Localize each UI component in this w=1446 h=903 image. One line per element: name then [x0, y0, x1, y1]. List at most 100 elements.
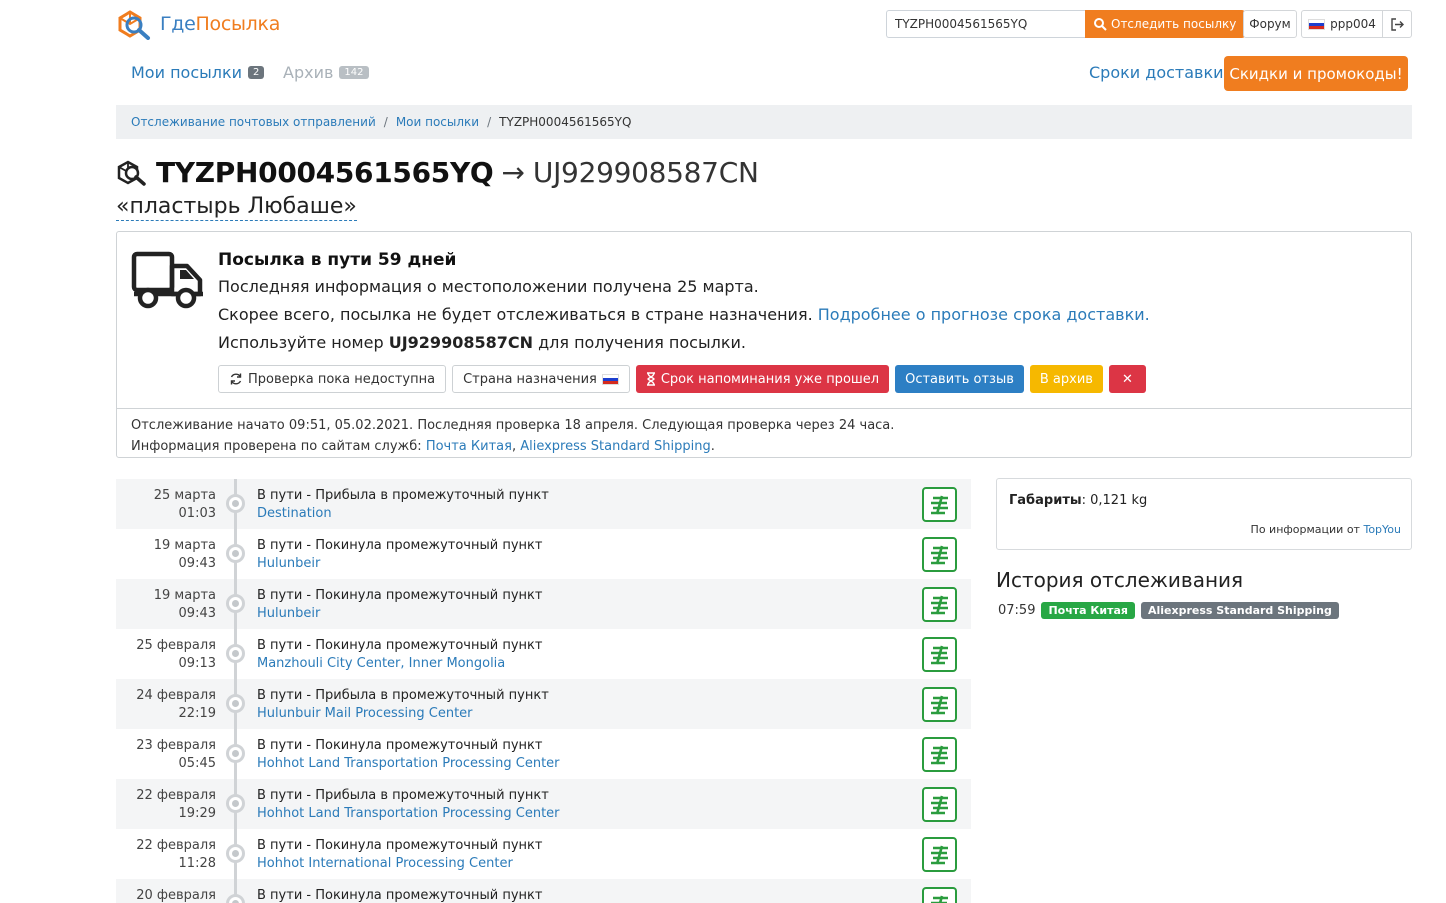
timeline-day: 24 февраля: [136, 688, 216, 703]
history-tag-aliexpress: Aliexpress Standard Shipping: [1140, 602, 1339, 619]
timeline-dot-icon: [226, 694, 245, 713]
timeline-dot-icon: [226, 894, 245, 903]
destination-country-button[interactable]: Страна назначения: [452, 365, 630, 393]
timeline-place[interactable]: Hohhot International Processing Center: [257, 855, 542, 873]
timeline-date: 20 февраля: [136, 887, 216, 903]
tracking-timeline: 25 марта 01:03 В пути - Прибыла в промеж…: [116, 479, 971, 903]
china-post-icon[interactable]: [922, 487, 957, 522]
timeline-day: 22 февраля: [136, 788, 216, 803]
timeline-dot-icon: [226, 794, 245, 813]
timeline-row: 25 марта 01:03 В пути - Прибыла в промеж…: [116, 479, 971, 529]
timeline-status: В пути - Покинула промежуточный пункт: [257, 888, 543, 903]
service-link-aliexpress[interactable]: Aliexpress Standard Shipping: [520, 439, 711, 454]
timeline-place[interactable]: Manzhouli City Center, Inner Mongolia: [257, 655, 542, 673]
dimensions-panel: Габариты: 0,121 kg По информации от TopY…: [996, 478, 1412, 550]
timeline-row: 25 февраля 09:13 В пути - Покинула проме…: [116, 629, 971, 679]
timeline-place[interactable]: Hulunbeir: [257, 605, 542, 623]
status-forecast: Скорее всего, посылка не будет отслежива…: [218, 305, 1150, 324]
site-logo[interactable]: ГдеПосылка: [116, 8, 280, 40]
history-tag-china-post: Почта Китая: [1041, 602, 1135, 619]
title-arrow: →: [501, 156, 525, 189]
user-menu-button[interactable]: ppp004: [1301, 10, 1383, 38]
timeline-place[interactable]: Destination: [257, 505, 549, 523]
timeline-event: В пути - Покинула промежуточный пункт Ho…: [257, 737, 560, 773]
parcel-name[interactable]: «пластырь Любаше»: [116, 194, 357, 221]
timeline-place[interactable]: Hohhot Land Transportation Processing Ce…: [257, 805, 560, 823]
reminder-button[interactable]: Срок напоминания уже прошел: [635, 365, 890, 393]
china-post-icon[interactable]: [922, 537, 957, 572]
china-post-icon[interactable]: [922, 637, 957, 672]
timeline-time: 11:28: [178, 856, 216, 871]
timeline-row: 22 февраля 19:29 В пути - Прибыла в пром…: [116, 779, 971, 829]
nav-delivery-times[interactable]: Сроки доставки: [1089, 63, 1224, 82]
timeline-row: 22 февраля 11:28 В пути - Покинула проме…: [116, 829, 971, 879]
timeline-status: В пути - Прибыла в промежуточный пункт: [257, 488, 549, 503]
alternate-tracking-number: UJ929908587CN: [532, 156, 759, 189]
timeline-time: 09:43: [178, 606, 216, 621]
service-link-china-post[interactable]: Почта Китая: [426, 439, 512, 454]
timeline-row: 20 февраля В пути - Покинула промежуточн…: [116, 879, 971, 903]
timeline-time: 09:13: [178, 656, 216, 671]
timeline-day: 25 марта: [153, 488, 216, 503]
forum-button[interactable]: Форум: [1243, 10, 1297, 38]
timeline-row: 19 марта 09:43 В пути - Покинула промежу…: [116, 579, 971, 629]
page-title: TYZPH0004561565YQ → UJ929908587CN: [116, 156, 759, 189]
china-post-icon[interactable]: [922, 887, 957, 903]
logo-text: ГдеПосылка: [160, 13, 281, 35]
china-post-icon[interactable]: [922, 737, 957, 772]
truck-icon: [131, 251, 203, 309]
timeline-dot-icon: [226, 644, 245, 663]
timeline-event: В пути - Покинула промежуточный пункт Ho…: [257, 837, 542, 873]
timeline-status: В пути - Покинула промежуточный пункт: [257, 838, 543, 853]
promo-button[interactable]: Скидки и промокоды!: [1224, 56, 1408, 91]
track-icon: [1094, 18, 1107, 31]
timeline-date: 24 февраля 22:19: [136, 687, 216, 723]
refresh-icon: [230, 373, 242, 385]
breadcrumb: Отслеживание почтовых отправлений / Мои …: [116, 105, 1412, 139]
timeline-date: 23 февраля 05:45: [136, 737, 216, 773]
nav-archive[interactable]: Архив 142: [283, 63, 369, 82]
timeline-day: 19 марта: [153, 538, 216, 553]
history-entry: 07:59 Почта Китая Aliexpress Standard Sh…: [998, 602, 1339, 619]
logout-icon: [1391, 17, 1404, 31]
timeline-event: В пути - Прибыла в промежуточный пункт H…: [257, 787, 560, 823]
timeline-date: 19 марта 09:43: [154, 537, 216, 573]
check-unavailable-button[interactable]: Проверка пока недоступна: [218, 365, 447, 393]
delete-button[interactable]: ✕: [1108, 365, 1146, 393]
timeline-place[interactable]: Hulunbuir Mail Processing Center: [257, 705, 549, 723]
track-parcel-button[interactable]: Отследить посылку: [1085, 10, 1246, 38]
logout-button[interactable]: [1382, 10, 1412, 38]
timeline-dot-icon: [226, 844, 245, 863]
timeline-status: В пути - Прибыла в промежуточный пункт: [257, 688, 549, 703]
timeline-day: 25 февраля: [136, 638, 216, 653]
timeline-day: 23 февраля: [136, 738, 216, 753]
source-link-topyou[interactable]: TopYou: [1363, 523, 1401, 536]
leave-review-button[interactable]: Оставить отзыв: [895, 365, 1024, 393]
timeline-dot-icon: [226, 494, 245, 513]
nav-my-parcels[interactable]: Мои посылки 2: [131, 63, 265, 82]
status-card: Посылка в пути 59 дней Последняя информа…: [116, 231, 1412, 458]
timeline-event: В пути - Покинула промежуточный пункт Hu…: [257, 587, 542, 623]
tracking-search-input[interactable]: [886, 10, 1085, 38]
china-post-icon[interactable]: [922, 687, 957, 722]
archive-button[interactable]: В архив: [1029, 365, 1103, 393]
timeline-event: В пути - Покинула промежуточный пункт Ma…: [257, 637, 542, 673]
breadcrumb-current: TYZPH0004561565YQ: [499, 115, 632, 129]
dimensions-source: По информации от TopYou: [1250, 523, 1401, 536]
timeline-time: 05:45: [178, 756, 216, 771]
timeline-row: 23 февраля 05:45 В пути - Покинула проме…: [116, 729, 971, 779]
china-post-icon[interactable]: [922, 587, 957, 622]
timeline-place[interactable]: Hohhot Land Transportation Processing Ce…: [257, 755, 560, 773]
timeline-place[interactable]: Hulunbeir: [257, 555, 542, 573]
timeline-date: 25 марта 01:03: [154, 487, 216, 523]
timeline-status: В пути - Покинула промежуточный пункт: [257, 588, 543, 603]
history-title: История отслеживания: [996, 568, 1244, 592]
hourglass-icon: [646, 372, 655, 386]
breadcrumb-tracking[interactable]: Отслеживание почтовых отправлений: [131, 115, 376, 129]
forecast-details-link[interactable]: Подробнее о прогнозе срока доставки.: [818, 305, 1150, 324]
history-time: 07:59: [998, 603, 1036, 618]
breadcrumb-my-parcels[interactable]: Мои посылки: [396, 115, 479, 129]
china-post-icon[interactable]: [922, 837, 957, 872]
timeline-dot-icon: [226, 594, 245, 613]
china-post-icon[interactable]: [922, 787, 957, 822]
